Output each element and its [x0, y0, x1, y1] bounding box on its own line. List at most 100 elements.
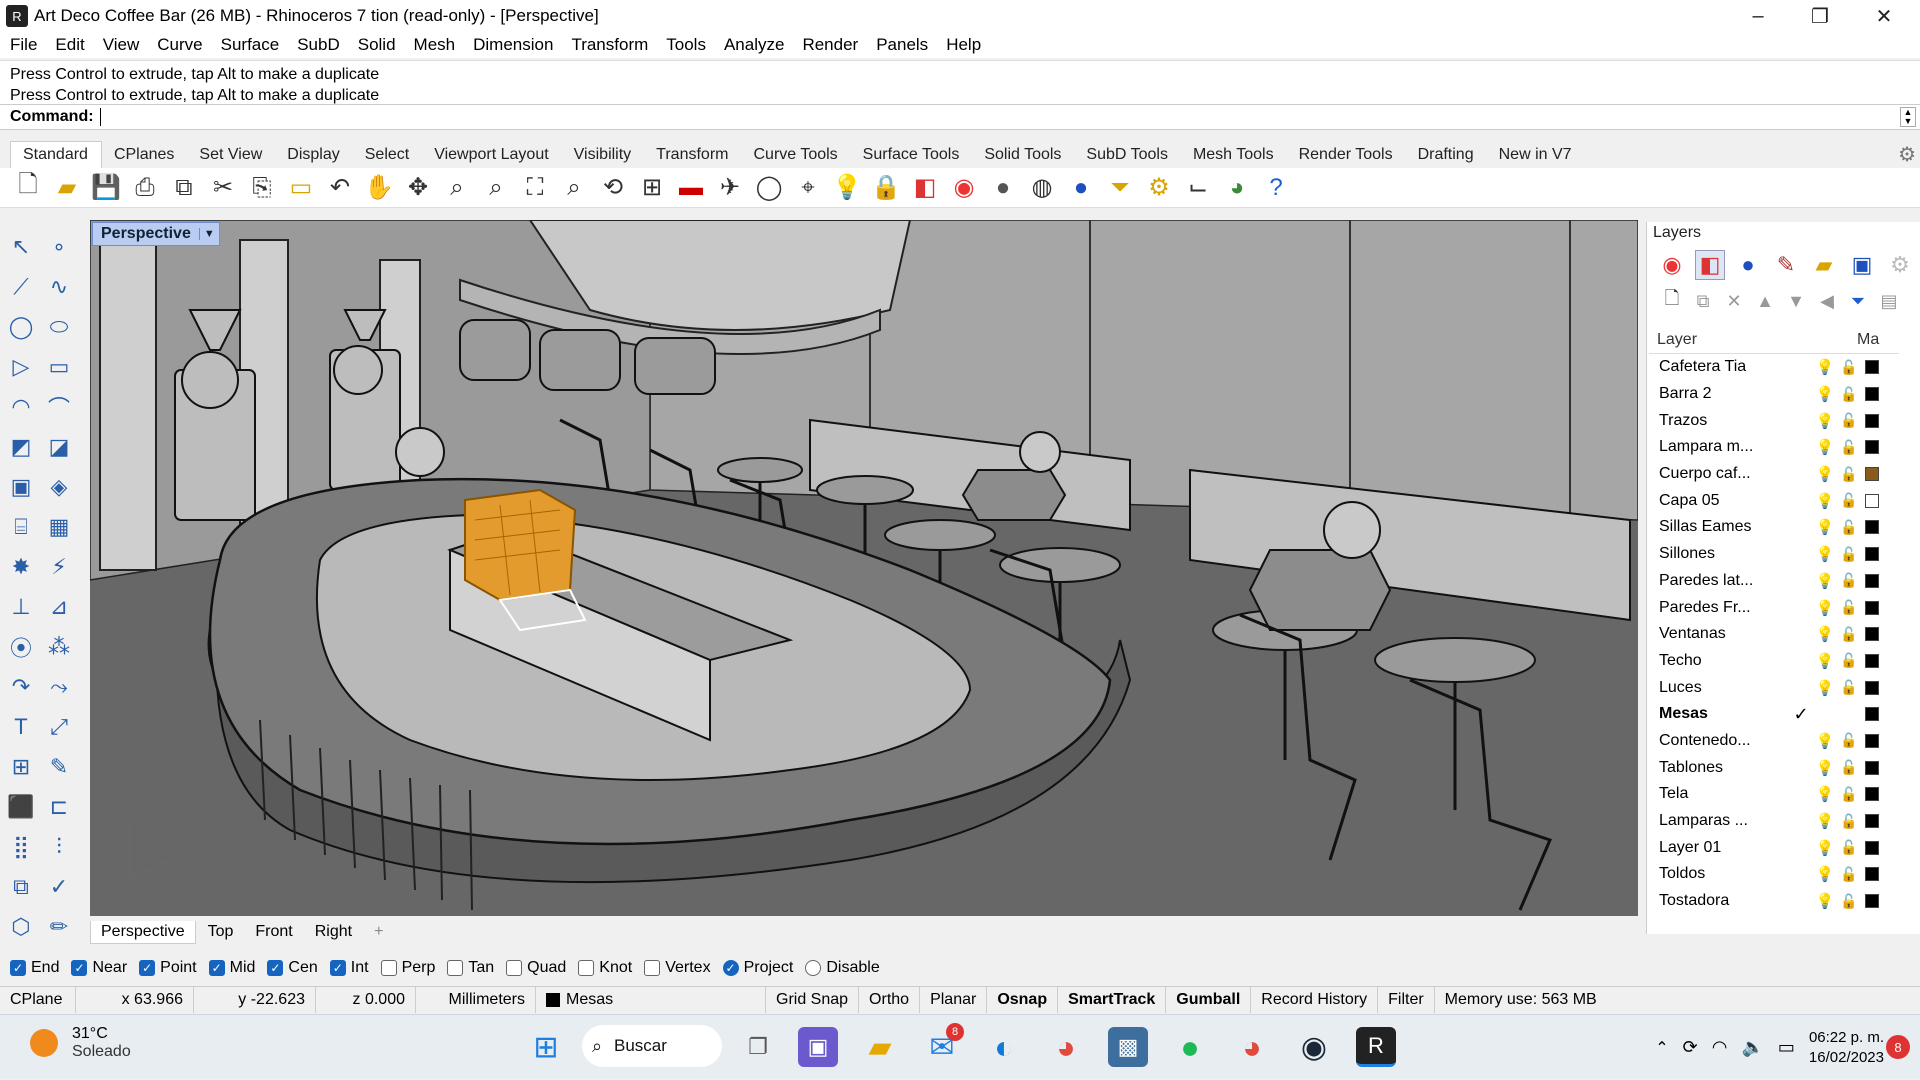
tab-viewport-layout[interactable]: Viewport Layout [422, 142, 561, 168]
lock-icon[interactable]: 🔓 [1837, 732, 1861, 749]
layer-color-swatch[interactable] [1865, 840, 1879, 855]
delete-icon[interactable]: ✕ [1721, 288, 1747, 314]
lock-icon[interactable]: 🔓 [1837, 412, 1861, 429]
four-viewports-icon[interactable]: ⊞ [636, 172, 668, 204]
layer-color-swatch[interactable] [1865, 787, 1879, 802]
ellipse-icon[interactable]: ⬭ [42, 310, 76, 344]
tab-cplanes[interactable]: CPlanes [102, 142, 187, 168]
surface-icon[interactable]: ◩ [4, 430, 38, 464]
move-left-icon[interactable]: ◀ [1814, 288, 1840, 314]
tab-curve-tools[interactable]: Curve Tools [741, 142, 850, 168]
file-explorer-icon[interactable]: ▰ [860, 1027, 900, 1067]
edge-icon[interactable]: ◐ [984, 1027, 1024, 1067]
osnap-mid[interactable]: ✓ Mid [208, 959, 255, 977]
menu-tools[interactable]: Tools [660, 35, 718, 55]
layer-row[interactable]: Cafetera Tia 💡 🔓 [1649, 354, 1899, 381]
color-wheel-icon[interactable]: ◉ [948, 172, 980, 204]
points-grid-icon[interactable]: ⣿ [4, 830, 38, 864]
ortho-toggle[interactable]: Ortho [859, 986, 921, 1013]
layer-row[interactable]: Tostadora 💡 🔓 [1649, 888, 1899, 915]
light-bulb-icon[interactable]: 💡 [1813, 492, 1837, 510]
menu-panels[interactable]: Panels [870, 35, 940, 55]
tab-subd-tools[interactable]: SubD Tools [1074, 142, 1181, 168]
lock-icon[interactable]: 🔓 [1837, 466, 1861, 483]
plane-icon[interactable]: ✈ [714, 172, 746, 204]
tab-new-in-v7[interactable]: New in V7 [1487, 142, 1585, 168]
lock-icon[interactable]: 🔓 [1837, 492, 1861, 509]
osnap-toggle[interactable]: Osnap [987, 986, 1059, 1013]
layer-row[interactable]: Layer 01 💡 🔓 [1649, 834, 1899, 861]
layer-color-swatch[interactable] [1865, 413, 1879, 428]
dimensions-icon[interactable]: ⌙ [1182, 172, 1214, 204]
checkbox[interactable] [506, 960, 523, 976]
sync-icon[interactable]: ⟳ [1683, 1037, 1698, 1058]
osnap-point[interactable]: ✓ Point [139, 959, 197, 977]
steam-icon[interactable]: ◉ [1294, 1027, 1334, 1067]
new-sublayer-icon[interactable]: ⧉ [1690, 288, 1716, 314]
lock-icon[interactable]: 🔓 [1837, 866, 1861, 883]
layer-color-swatch[interactable] [1865, 387, 1879, 402]
units-label[interactable]: Millimeters [416, 986, 536, 1013]
lock-icon[interactable]: 🔓 [1837, 839, 1861, 856]
menu-curve[interactable]: Curve [151, 35, 214, 55]
analyze-icon[interactable]: ⚡ [42, 550, 76, 584]
lock-icon[interactable]: 🔓 [1837, 519, 1861, 536]
lock-icon[interactable]: 🔓 [1837, 759, 1861, 776]
rotate-view-icon[interactable]: ⟲ [597, 172, 629, 204]
menu-render[interactable]: Render [796, 35, 870, 55]
gumball-toggle[interactable]: Gumball [1166, 986, 1252, 1013]
photos-icon[interactable]: ▩ [1108, 1027, 1148, 1067]
osnap-project[interactable]: ✓ Project [722, 959, 793, 977]
tab-set-view[interactable]: Set View [187, 142, 275, 168]
lock-icon[interactable]: 🔓 [1837, 439, 1861, 456]
light-bulb-icon[interactable]: 💡 [1813, 599, 1837, 617]
curve-icon[interactable]: ∿ [42, 270, 76, 304]
layer-color-swatch[interactable] [1865, 760, 1879, 775]
close-button[interactable]: ✕ [1854, 0, 1914, 32]
lock-icon[interactable]: 🔓 [1837, 813, 1861, 830]
osnap-cen[interactable]: ✓ Cen [267, 959, 318, 977]
light-bulb-icon[interactable]: 💡 [1813, 679, 1837, 697]
chevron-up-icon[interactable]: ⌃ [1655, 1038, 1668, 1058]
rhino-app-icon[interactable]: R [1356, 1027, 1396, 1067]
lock-icon[interactable]: 🔓 [1837, 652, 1861, 669]
layer-color-swatch[interactable] [1865, 680, 1879, 695]
layout-icon[interactable]: ⧉ [4, 870, 38, 904]
layer-color-swatch[interactable] [1865, 894, 1879, 909]
paste-icon[interactable]: ▭ [285, 172, 317, 204]
pan-hand-icon[interactable]: ✋ [363, 172, 395, 204]
surface-tools-icon[interactable]: ◪ [42, 430, 76, 464]
tab-standard[interactable]: Standard [10, 141, 102, 168]
arc-icon[interactable]: ◠ [4, 390, 38, 424]
help-icon[interactable]: ? [1260, 172, 1292, 204]
lock-icon[interactable]: 🔓 [1837, 786, 1861, 803]
lock-icon[interactable]: 🔓 [1837, 359, 1861, 376]
lock-icon[interactable]: 🔓 [1837, 599, 1861, 616]
light-bulb-icon[interactable]: 💡 [1813, 545, 1837, 563]
lock-icon[interactable]: 🔓 [1837, 572, 1861, 589]
light-bulb-icon[interactable]: 💡 [1813, 839, 1837, 857]
light-bulb-icon[interactable]: 💡 [1813, 358, 1837, 376]
fillet-curve-icon[interactable]: ⌒ [42, 390, 76, 424]
osnap-perp[interactable]: Perp [380, 959, 435, 977]
menu-solid[interactable]: Solid [352, 35, 408, 55]
menu-help[interactable]: Help [940, 35, 993, 55]
wifi-icon[interactable]: ◠ [1712, 1037, 1728, 1058]
checkbox[interactable] [380, 960, 397, 976]
light-bulb-icon[interactable]: 💡 [1813, 785, 1837, 803]
checkbox[interactable] [578, 960, 595, 976]
light-bulb-icon[interactable]: 💡 [1813, 652, 1837, 670]
rotate-icon[interactable]: ✥ [402, 172, 434, 204]
layer-color-swatch[interactable] [1865, 627, 1879, 642]
open-folder-icon[interactable]: ▰ [51, 172, 83, 204]
lock-icon[interactable]: 🔓 [1837, 893, 1861, 910]
3d-scene[interactable] [90, 220, 1638, 916]
save-icon[interactable]: 💾 [90, 172, 122, 204]
layer-row[interactable]: Mesas ✓ [1649, 701, 1899, 728]
grid-snap-toggle[interactable]: Grid Snap [766, 986, 860, 1013]
import-icon[interactable]: ⧉ [168, 172, 200, 204]
tab-right[interactable]: Right [305, 921, 362, 943]
checkbox[interactable] [805, 960, 822, 976]
tab-drafting[interactable]: Drafting [1406, 142, 1487, 168]
task-view-icon[interactable]: ❐ [738, 1027, 778, 1067]
